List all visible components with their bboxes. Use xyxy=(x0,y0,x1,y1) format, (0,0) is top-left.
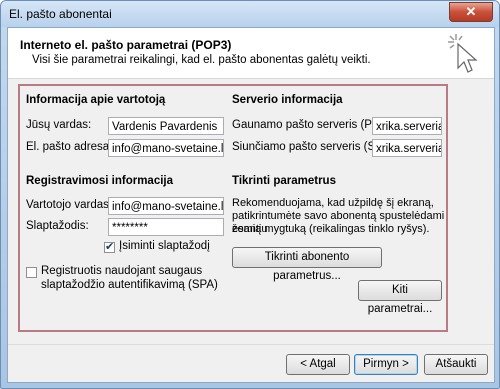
next-button[interactable]: Pirmyn > xyxy=(354,354,418,375)
back-button[interactable]: < Atgal xyxy=(286,354,350,375)
name-label: Jūsų vardas: xyxy=(26,119,92,131)
remember-password-label: Įsiminti slaptažodį xyxy=(119,240,210,252)
login-info-heading: Registravimosi informacija xyxy=(26,175,173,187)
dialog-window: El. pašto abonentai ✕ Interneto el. pašt… xyxy=(0,0,500,389)
email-field[interactable]: info@mano-svetaine.lt xyxy=(108,139,224,157)
email-label: El. pašto adresas: xyxy=(26,141,119,153)
username-field[interactable]: info@mano-svetaine.lt xyxy=(108,197,224,215)
test-description-line1: Rekomenduojama, kad užpildę šį ekraną, xyxy=(232,197,434,209)
window-title: El. pašto abonentai xyxy=(9,7,112,21)
spa-label-line1: Registruotis naudojant saugaus xyxy=(41,265,203,277)
dialog-header: Interneto el. pašto parametrai (POP3) Vi… xyxy=(8,28,494,79)
incoming-server-field[interactable]: xrika.serveriai.lt xyxy=(372,117,442,135)
footer-divider xyxy=(8,344,494,345)
password-field[interactable]: ******** xyxy=(108,218,224,236)
test-account-button[interactable]: Tikrinti abonento parametrus... xyxy=(232,247,382,282)
user-info-heading: Informacija apie vartotoją xyxy=(26,94,166,106)
password-label: Slaptažodis: xyxy=(26,220,89,232)
close-button[interactable]: ✕ xyxy=(449,2,493,22)
test-heading: Tikrinti parametrus xyxy=(232,175,336,187)
outgoing-server-field[interactable]: xrika.serveriai.lt xyxy=(372,139,442,157)
username-label: Vartotojo vardas: xyxy=(26,199,113,211)
title-bar[interactable]: El. pašto abonentai ✕ xyxy=(1,1,499,27)
more-settings-button[interactable]: Kiti parametrai... xyxy=(358,280,442,315)
cursor-click-icon xyxy=(448,34,478,73)
remember-password-checkbox[interactable]: ✔ xyxy=(104,241,115,253)
spa-label-line2: slaptažodžio autentifikavimą (SPA) xyxy=(41,279,218,291)
check-mark-icon: ✔ xyxy=(105,241,115,253)
header-title: Interneto el. pašto parametrai (POP3) xyxy=(20,38,232,52)
dialog-body: Interneto el. pašto parametrai (POP3) Vi… xyxy=(7,27,495,383)
server-info-heading: Serverio informacija xyxy=(232,94,343,106)
spa-checkbox[interactable] xyxy=(26,267,37,278)
header-subtitle: Visi šie parametrai reikalingi, kad el. … xyxy=(32,54,371,66)
cancel-button[interactable]: Atšaukti xyxy=(424,354,488,375)
test-description-line3: esantį mygtuką (reikalingas tinklo ryšys… xyxy=(232,223,430,235)
settings-panel: Informacija apie vartotoją Jūsų vardas: … xyxy=(18,84,448,332)
name-field[interactable]: Vardenis Pavardenis xyxy=(108,117,224,135)
